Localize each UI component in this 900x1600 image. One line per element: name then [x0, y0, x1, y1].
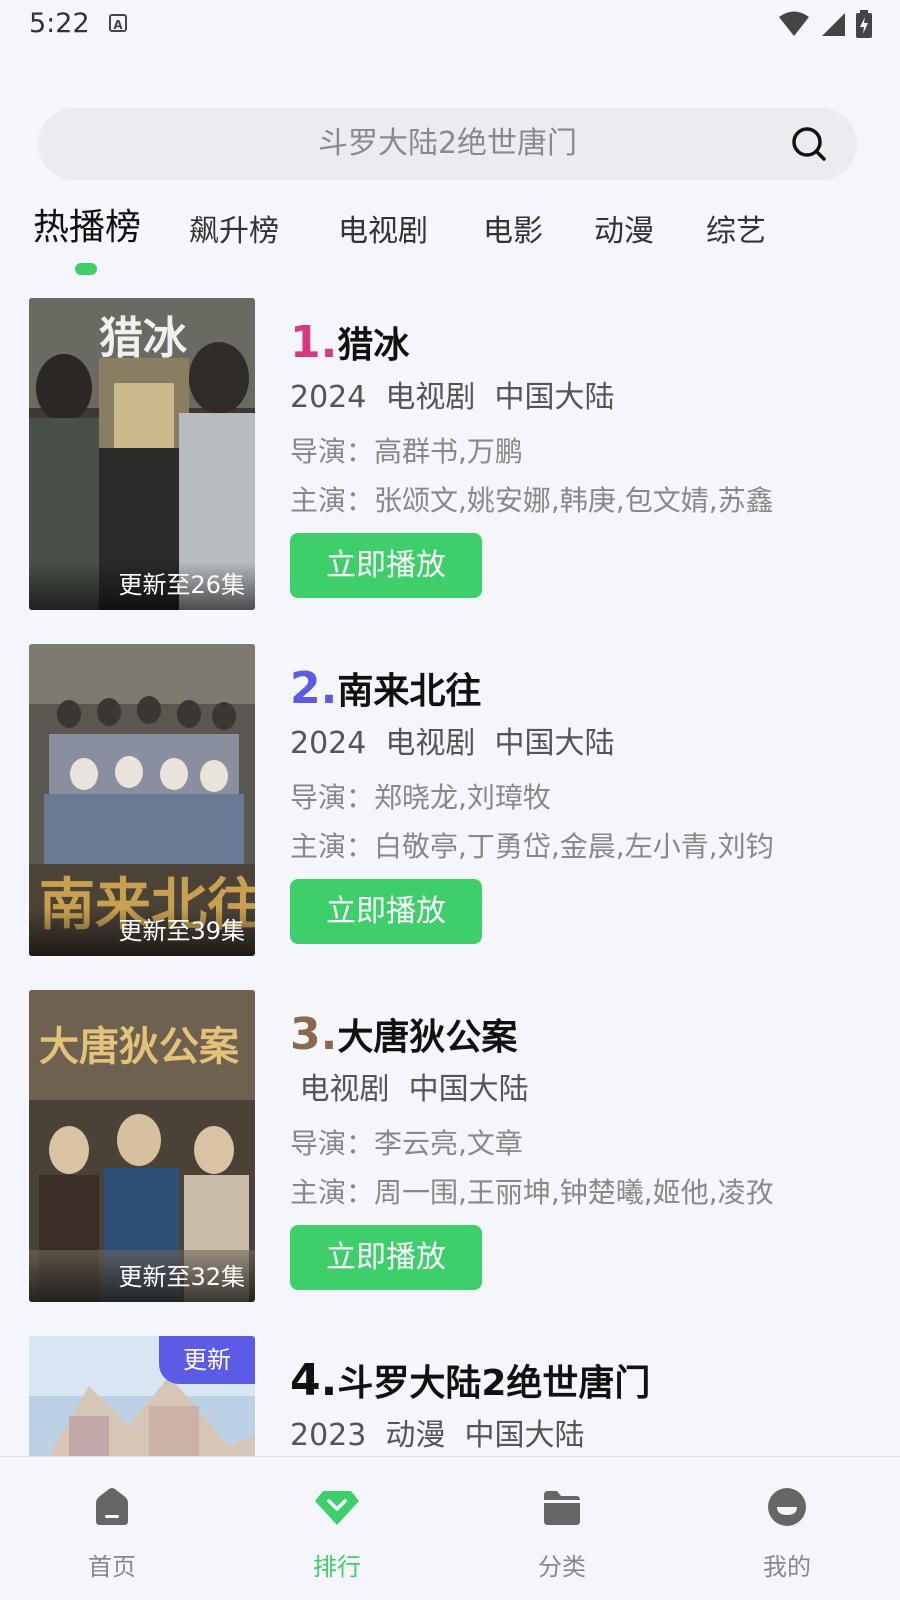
item-actors: 主演：周一围,王丽坤,钟楚曦,姬他,凌孜 [290, 1176, 774, 1209]
episode-caption: 更新至26集 [29, 562, 255, 610]
title-text: 南来北往 [337, 671, 482, 712]
nav-profile[interactable]: 我的 [727, 1457, 847, 1600]
item-meta: 2024 电视剧 中国大陆 [290, 380, 615, 415]
home-icon [96, 1488, 128, 1525]
profile-icon [768, 1488, 806, 1526]
rank-number: 2. [290, 663, 338, 714]
poster-image[interactable]: 猎冰 更新至26集 [29, 298, 255, 610]
svg-text:猎冰: 猎冰 [99, 313, 188, 364]
item-director: 导演：高群书,万鹏 [290, 435, 523, 468]
rank-icon [315, 1491, 359, 1525]
play-button[interactable]: 立即播放 [290, 879, 482, 944]
search-placeholder: 斗罗大陆2绝世唐门 [317, 126, 578, 161]
notification-a-icon: A [109, 14, 127, 32]
item-title[interactable]: 1.猎冰 [290, 320, 409, 369]
title-text: 猎冰 [337, 325, 410, 366]
play-button[interactable]: 立即播放 [290, 533, 482, 598]
search-icon[interactable] [791, 126, 827, 162]
nav-label: 首页 [88, 1553, 136, 1581]
poster-image[interactable]: 大唐狄公案 更新至32集 [29, 990, 255, 1302]
list-item[interactable]: 猎冰 更新至26集 1.猎冰 2024 电视剧 中国大陆 导演：高群书,万鹏 主… [0, 298, 900, 610]
item-title[interactable]: 4.斗罗大陆2绝世唐门 [290, 1358, 650, 1407]
episode-caption: 更新至32集 [29, 1254, 255, 1302]
item-director: 导演：李云亮,文章 [290, 1127, 523, 1160]
battery-icon [856, 10, 872, 38]
item-title[interactable]: 2.南来北往 [290, 666, 481, 715]
svg-text:大唐狄公案: 大唐狄公案 [39, 1023, 240, 1070]
wifi-icon [779, 11, 809, 36]
item-director: 导演：郑晓龙,刘璋牧 [290, 781, 551, 814]
tab-tv[interactable]: 电视剧 [338, 204, 428, 260]
nav-home[interactable]: 首页 [52, 1457, 172, 1600]
nav-label: 分类 [538, 1553, 586, 1581]
play-button[interactable]: 立即播放 [290, 1225, 482, 1290]
tab-indicator [75, 263, 97, 275]
item-meta: 2024 电视剧 中国大陆 [290, 726, 615, 761]
item-title[interactable]: 3.大唐狄公案 [290, 1012, 517, 1061]
tab-movie[interactable]: 电影 [483, 204, 543, 260]
title-text: 大唐狄公案 [337, 1017, 518, 1058]
bottom-nav: 首页 排行 分类 我的 [0, 1456, 900, 1600]
episode-count: 更新至32集 [118, 1263, 245, 1291]
nav-label: 排行 [313, 1553, 361, 1581]
signal-icon [822, 13, 845, 36]
rank-number: 4. [290, 1355, 338, 1406]
tab-rising[interactable]: 飙升榜 [189, 204, 279, 260]
title-text: 斗罗大陆2绝世唐门 [337, 1363, 651, 1404]
status-icons [778, 10, 872, 38]
item-meta: 电视剧 中国大陆 [290, 1072, 529, 1107]
poster-image[interactable]: 南来北往 更新至39集 [29, 644, 255, 956]
tab-hot[interactable]: 热播榜 [33, 200, 141, 256]
status-time: 5:22 [29, 8, 90, 39]
folder-icon [544, 1491, 580, 1525]
category-tabs: 热播榜 飙升榜 电视剧 电影 动漫 综艺 [0, 200, 900, 280]
episode-count: 更新至26集 [118, 571, 245, 599]
episode-count: 更新至39集 [118, 917, 245, 945]
item-actors: 主演：张颂文,姚安娜,韩庚,包文婧,苏鑫 [290, 484, 774, 517]
item-actors: 主演：白敬亭,丁勇岱,金晨,左小青,刘钧 [290, 830, 774, 863]
screen: 5:22 A 斗罗大陆2绝世唐门 热播榜 飙升榜 电视剧 电影 动漫 综艺 猎冰… [0, 0, 900, 1600]
search-bar[interactable]: 斗罗大陆2绝世唐门 [38, 108, 857, 180]
list-item[interactable]: 大唐狄公案 更新至32集 3.大唐狄公案 电视剧 中国大陆 导演：李云亮,文章 … [0, 990, 900, 1302]
tab-variety[interactable]: 综艺 [706, 204, 766, 260]
episode-caption: 更新至39集 [29, 908, 255, 956]
nav-category[interactable]: 分类 [502, 1457, 622, 1600]
nav-rank[interactable]: 排行 [277, 1457, 397, 1600]
nav-label: 我的 [763, 1553, 811, 1581]
status-bar: 5:22 A [0, 0, 900, 50]
rank-number: 3. [290, 1009, 338, 1060]
tab-anime[interactable]: 动漫 [594, 204, 654, 260]
item-meta: 2023 动漫 中国大陆 [290, 1418, 585, 1453]
list-item[interactable]: 南来北往 更新至39集 2.南来北往 2024 电视剧 中国大陆 导演：郑晓龙,… [0, 644, 900, 956]
rank-number: 1. [290, 317, 338, 368]
update-badge: 更新 [159, 1336, 255, 1384]
